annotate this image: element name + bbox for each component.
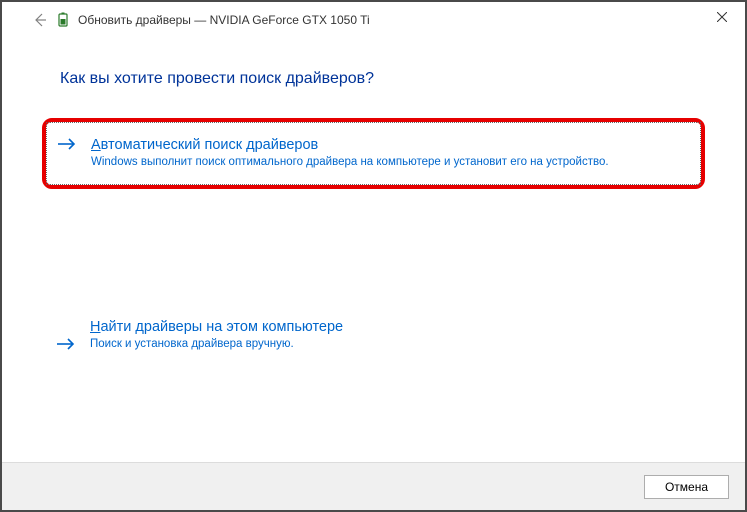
page-heading: Как вы хотите провести поиск драйверов?	[42, 70, 705, 88]
option-browse-title: Найти драйверы на этом компьютере	[90, 319, 705, 335]
window-title: Обновить драйверы — NVIDIA GeForce GTX 1…	[78, 13, 370, 27]
cancel-button[interactable]: Отмена	[644, 475, 729, 499]
option-browse-desc: Поиск и установка драйвера вручную.	[90, 337, 705, 352]
arrow-right-icon	[56, 336, 76, 357]
back-arrow-icon[interactable]	[30, 10, 50, 30]
content-area: Как вы хотите провести поиск драйверов? …	[2, 38, 745, 352]
titlebar: Обновить драйверы — NVIDIA GeForce GTX 1…	[2, 2, 745, 38]
device-icon	[58, 13, 72, 27]
option-browse-computer[interactable]: Найти драйверы на этом компьютере Поиск …	[42, 319, 705, 352]
footer-bar: Отмена	[2, 462, 745, 510]
option-auto-search[interactable]: Автоматический поиск драйверов Windows в…	[46, 122, 701, 185]
option-auto-title: Автоматический поиск драйверов	[91, 137, 684, 153]
dialog-window: Обновить драйверы — NVIDIA GeForce GTX 1…	[0, 0, 747, 512]
arrow-right-icon	[57, 136, 77, 157]
option-auto-search-highlight: Автоматический поиск драйверов Windows в…	[42, 118, 705, 189]
close-button[interactable]	[699, 2, 745, 32]
option-auto-desc: Windows выполнит поиск оптимального драй…	[91, 155, 684, 170]
close-icon	[717, 12, 727, 22]
